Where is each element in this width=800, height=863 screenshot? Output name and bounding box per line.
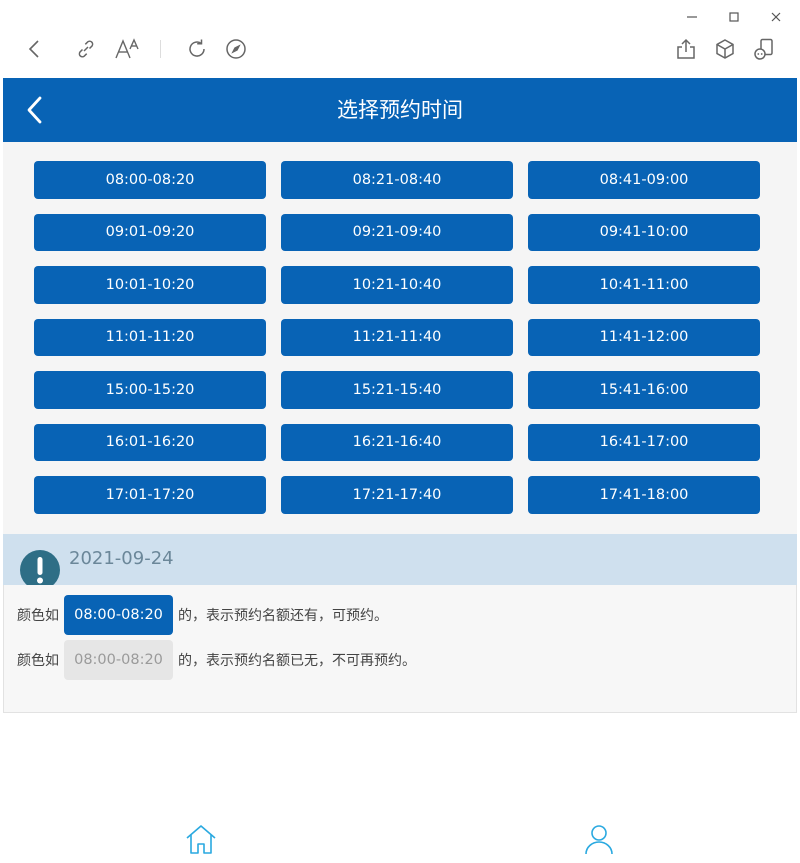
time-slot-button[interactable]: 10:41-11:00 [528, 266, 760, 304]
legend-suffix: 的，表示预约名额还有，可预约。 [178, 608, 388, 624]
back-arrow-icon[interactable] [22, 36, 48, 62]
color-legend: 颜色如 08:00-08:20 的，表示预约名额还有，可预约。 颜色如 08:0… [3, 585, 797, 713]
toolbar-separator [160, 40, 161, 58]
bottom-nav [0, 820, 800, 863]
window-controls [682, 8, 786, 26]
time-slot-button[interactable]: 17:01-17:20 [34, 476, 266, 514]
time-slot-button[interactable]: 11:21-11:40 [281, 318, 513, 356]
time-slot-button[interactable]: 09:21-09:40 [281, 213, 513, 251]
time-slot-button[interactable]: 17:41-18:00 [528, 476, 760, 514]
selected-date: 2021-09-24 [69, 548, 174, 569]
time-slot-button[interactable]: 10:21-10:40 [281, 266, 513, 304]
time-slot-button[interactable]: 15:00-15:20 [34, 371, 266, 409]
legend-prefix: 颜色如 [17, 653, 59, 669]
close-icon[interactable] [766, 8, 786, 26]
text-size-icon[interactable] [112, 36, 142, 62]
maximize-icon[interactable] [724, 8, 744, 26]
legend-full-chip: 08:00-08:20 [64, 640, 173, 680]
date-info-bar: 2021-09-24 [3, 534, 797, 590]
mini-program-icon[interactable] [751, 36, 777, 62]
home-icon[interactable] [184, 822, 218, 856]
minimize-icon[interactable] [682, 8, 702, 26]
time-slot-button[interactable]: 09:01-09:20 [34, 213, 266, 251]
time-slot-button[interactable]: 08:41-09:00 [528, 161, 760, 199]
time-slots-area: 08:00-08:20 08:21-08:40 08:41-09:00 09:01-0… [3, 142, 797, 534]
legend-full-row: 颜色如 08:00-08:20 的，表示预约名额已无，不可再预约。 [17, 640, 416, 680]
time-slot-button[interactable]: 17:21-17:40 [281, 476, 513, 514]
compass-icon[interactable] [223, 36, 249, 62]
app-header: 选择预约时间 [3, 78, 797, 142]
link-icon[interactable] [73, 36, 99, 62]
time-slot-button[interactable]: 16:21-16:40 [281, 423, 513, 461]
time-slot-button[interactable]: 08:21-08:40 [281, 161, 513, 199]
share-icon[interactable] [673, 36, 699, 62]
page-title: 选择预约时间 [337, 98, 463, 122]
time-slot-button[interactable]: 08:00-08:20 [34, 161, 266, 199]
reload-icon[interactable] [184, 36, 210, 62]
user-icon[interactable] [582, 822, 616, 856]
time-slot-button[interactable]: 16:01-16:20 [34, 423, 266, 461]
legend-prefix: 颜色如 [17, 608, 59, 624]
time-slots-grid: 08:00-08:20 08:21-08:40 08:41-09:00 09:01-0… [34, 161, 760, 514]
cube-icon[interactable] [712, 36, 738, 62]
time-slot-button[interactable]: 09:41-10:00 [528, 213, 760, 251]
time-slot-button[interactable]: 11:01-11:20 [34, 318, 266, 356]
legend-suffix: 的，表示预约名额已无，不可再预约。 [178, 653, 416, 669]
legend-available-row: 颜色如 08:00-08:20 的，表示预约名额还有，可预约。 [17, 595, 388, 635]
time-slot-button[interactable]: 10:01-10:20 [34, 266, 266, 304]
time-slot-button[interactable]: 15:41-16:00 [528, 371, 760, 409]
time-slot-button[interactable]: 15:21-15:40 [281, 371, 513, 409]
legend-available-chip: 08:00-08:20 [64, 595, 173, 635]
time-slot-button[interactable]: 16:41-17:00 [528, 423, 760, 461]
browser-toolbar [0, 30, 800, 70]
time-slot-button[interactable]: 11:41-12:00 [528, 318, 760, 356]
